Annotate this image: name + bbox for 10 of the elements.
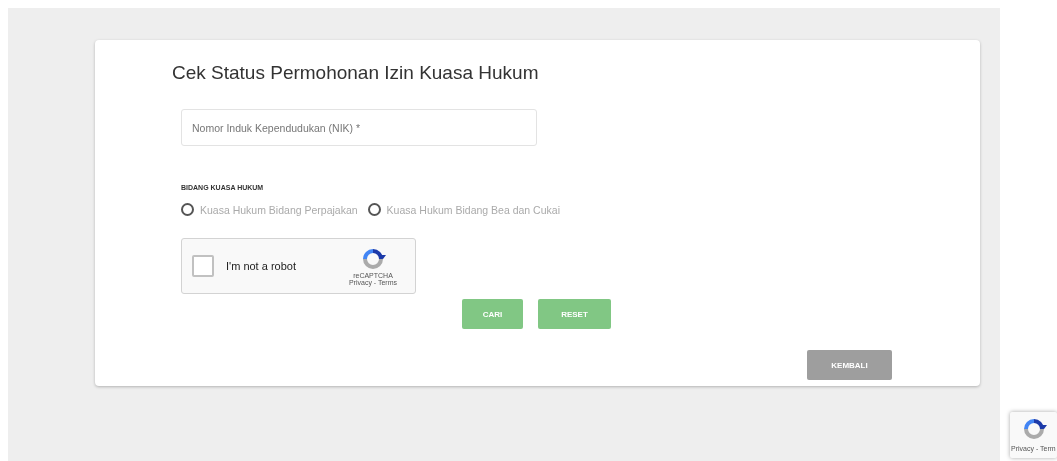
captcha-checkbox[interactable] <box>192 255 214 277</box>
search-button[interactable]: CARI <box>462 299 523 329</box>
back-button[interactable]: KEMBALI <box>807 350 892 380</box>
radio-option[interactable]: Kuasa Hukum Bidang Perpajakan <box>181 203 358 216</box>
recaptcha-logo-icon <box>360 246 386 271</box>
page-title: Cek Status Permohonan Izin Kuasa Hukum <box>172 62 539 84</box>
reset-button[interactable]: RESET <box>538 299 611 329</box>
nik-input-field[interactable]: Nomor Induk Kependudukan (NIK) * <box>181 109 537 146</box>
captcha-label: I'm not a robot <box>226 260 297 272</box>
radio-option[interactable]: Kuasa Hukum Bidang Bea dan Cukai <box>367 203 560 216</box>
